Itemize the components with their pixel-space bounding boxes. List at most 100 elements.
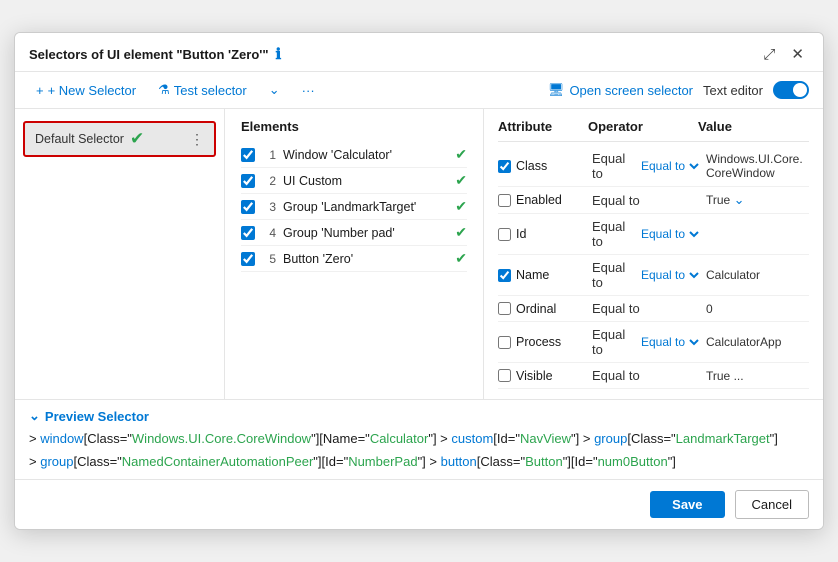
element-name-4: Group 'Number pad' (283, 226, 448, 240)
element-name-3: Group 'LandmarkTarget' (283, 200, 448, 214)
cancel-button[interactable]: Cancel (735, 490, 809, 519)
beaker-icon: ⚗ (158, 82, 170, 98)
attr-enabled-name: Enabled (516, 193, 562, 207)
save-button[interactable]: Save (650, 491, 724, 518)
dropdown-button[interactable]: ⌄ (262, 78, 287, 102)
list-item: Enabled Equal to True ⌄ (498, 187, 809, 214)
elements-panel: Elements 1 Window 'Calculator' ✔ 2 UI Cu… (225, 109, 483, 399)
list-item: Id Equal to Equal to (498, 214, 809, 255)
toolbar-right: 🖥 Open screen selector Text editor (548, 81, 809, 99)
element-ok-5: ✔ (455, 250, 467, 267)
dialog-header: Selectors of UI element "Button 'Zero'" … (15, 33, 823, 72)
attr-process-name: Process (516, 335, 561, 349)
attr-ordinal-operator: Equal to (592, 301, 702, 316)
close-icon[interactable]: ✕ (786, 43, 809, 65)
attr-col-attribute: Attribute (498, 119, 588, 134)
open-screen-selector-button[interactable]: 🖥 Open screen selector (548, 82, 693, 98)
attr-name-checkbox[interactable] (498, 269, 511, 282)
resize-icon[interactable]: ⤢ (758, 44, 780, 65)
attr-process-checkbox[interactable] (498, 336, 511, 349)
attr-ordinal-name: Ordinal (516, 302, 556, 316)
attr-class-value: Windows.UI.Core.CoreWindow (706, 152, 809, 180)
header-actions: ⤢ ✕ (758, 43, 809, 65)
elements-title: Elements (241, 119, 467, 134)
attr-class-checkbox[interactable] (498, 160, 511, 173)
attr-enabled-operator: Equal to (592, 193, 702, 208)
toolbar: + + New Selector ⚗ Test selector ⌄ ··· 🖥… (15, 72, 823, 109)
element-num-3: 3 (262, 200, 276, 214)
element-checkbox-1[interactable] (241, 148, 255, 162)
attr-col-value: Value (698, 119, 809, 134)
preview-line1: > window[Class="Windows.UI.Core.CoreWind… (29, 428, 809, 450)
more-dots-icon[interactable]: ⋮ (190, 131, 204, 148)
sidebar-item-default-selector[interactable]: Default Selector ✔ ⋮ (23, 121, 216, 157)
attr-enabled-label: Enabled (498, 193, 588, 207)
attr-name-value: Calculator (706, 268, 809, 282)
preview-label[interactable]: ⌄ Preview Selector (29, 408, 809, 424)
table-row: 1 Window 'Calculator' ✔ (241, 142, 467, 168)
attr-class-operator-select[interactable]: Equal to (637, 158, 702, 174)
attr-process-operator-select[interactable]: Equal to (637, 334, 702, 350)
attr-visible-checkbox[interactable] (498, 369, 511, 382)
list-item: Class Equal to Equal to Windows.UI.Core.… (498, 146, 809, 187)
attr-ordinal-checkbox[interactable] (498, 302, 511, 315)
element-name-5: Button 'Zero' (283, 252, 448, 266)
test-selector-label: Test selector (174, 83, 247, 98)
attr-class-label: Class (498, 159, 588, 173)
text-editor-toggle[interactable] (773, 81, 809, 99)
attr-visible-operator: Equal to (592, 368, 702, 383)
selector-item-label: Default Selector (35, 132, 124, 146)
attr-name-operator: Equal to Equal to (592, 260, 702, 290)
element-ok-1: ✔ (455, 146, 467, 163)
chevron-down-icon: ⌄ (29, 408, 40, 424)
open-screen-label: Open screen selector (569, 83, 693, 98)
element-num-4: 4 (262, 226, 276, 240)
info-icon[interactable]: ℹ (276, 45, 282, 63)
list-item: Process Equal to Equal to CalculatorApp (498, 322, 809, 363)
dialog: Selectors of UI element "Button 'Zero'" … (14, 32, 824, 529)
attr-id-name: Id (516, 227, 526, 241)
attr-id-label: Id (498, 227, 588, 241)
attr-name-operator-select[interactable]: Equal to (637, 267, 702, 283)
attr-process-value: CalculatorApp (706, 335, 809, 349)
more-options-button[interactable]: ··· (295, 79, 322, 102)
attr-visible-name: Visible (516, 369, 553, 383)
element-checkbox-3[interactable] (241, 200, 255, 214)
attr-class-operator: Equal to Equal to (592, 151, 702, 181)
attr-id-operator-select[interactable]: Equal to (637, 226, 702, 242)
element-name-1: Window 'Calculator' (283, 148, 448, 162)
sidebar: Default Selector ✔ ⋮ (15, 109, 225, 399)
test-selector-button[interactable]: ⚗ Test selector (151, 78, 254, 102)
attr-id-checkbox[interactable] (498, 228, 511, 241)
element-num-1: 1 (262, 148, 276, 162)
table-row: 4 Group 'Number pad' ✔ (241, 220, 467, 246)
attr-enabled-checkbox[interactable] (498, 194, 511, 207)
element-checkbox-2[interactable] (241, 174, 255, 188)
attr-ordinal-label: Ordinal (498, 302, 588, 316)
preview-line2: > group[Class="NamedContainerAutomationP… (29, 451, 809, 473)
list-item: Visible Equal to True ... (498, 363, 809, 389)
table-row: 3 Group 'LandmarkTarget' ✔ (241, 194, 467, 220)
more-icon: ··· (302, 83, 315, 98)
table-row: 5 Button 'Zero' ✔ (241, 246, 467, 272)
list-item: Ordinal Equal to 0 (498, 296, 809, 322)
screen-icon: 🖥 (548, 82, 565, 98)
element-ok-3: ✔ (455, 198, 467, 215)
text-editor-label: Text editor (703, 83, 763, 98)
element-checkbox-5[interactable] (241, 252, 255, 266)
element-checkbox-4[interactable] (241, 226, 255, 240)
new-selector-button[interactable]: + + New Selector (29, 79, 143, 102)
elements-list: 1 Window 'Calculator' ✔ 2 UI Custom ✔ 3 … (241, 142, 467, 272)
element-ok-2: ✔ (455, 172, 467, 189)
preview-label-text: Preview Selector (45, 409, 149, 424)
attr-process-label: Process (498, 335, 588, 349)
attributes-header: Attribute Operator Value (498, 119, 809, 142)
attr-visible-label: Visible (498, 369, 588, 383)
chevron-down-icon: ⌄ (269, 82, 280, 98)
dialog-title-text: Selectors of UI element "Button 'Zero'" (29, 47, 269, 62)
attr-class-name: Class (516, 159, 547, 173)
preview-text: > window[Class="Windows.UI.Core.CoreWind… (29, 428, 809, 472)
main-content: Default Selector ✔ ⋮ Elements 1 Window '… (15, 109, 823, 399)
check-circle-icon: ✔ (130, 129, 144, 149)
plus-icon: + (36, 83, 44, 98)
